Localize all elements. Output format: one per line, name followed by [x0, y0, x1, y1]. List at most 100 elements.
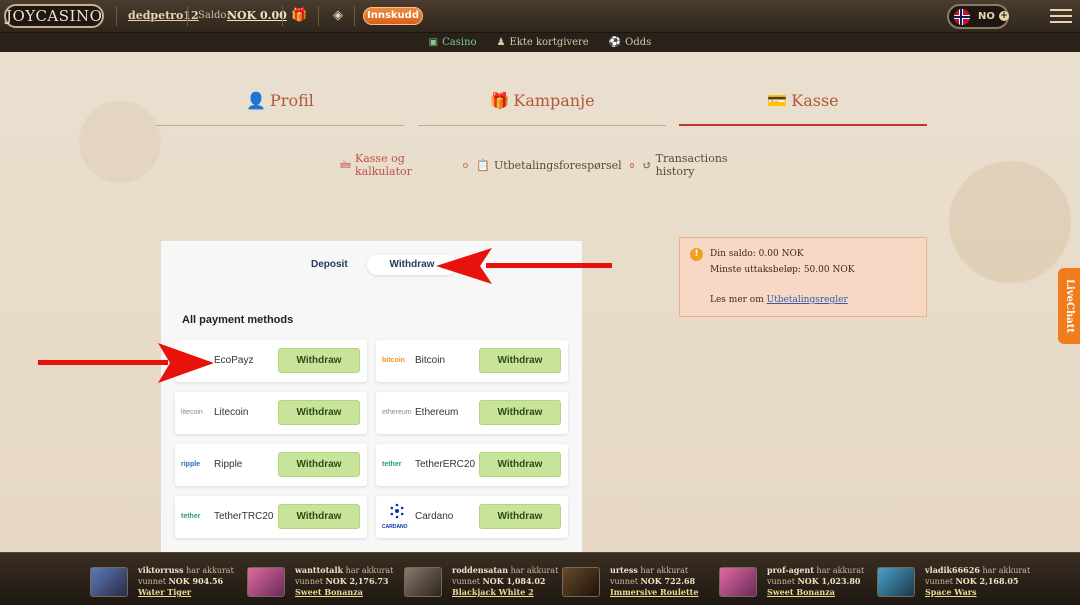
username-link[interactable]: dedpetro12 — [128, 9, 199, 22]
winner-item[interactable]: prof-agent har akkurat vunnet NOK 1,023.… — [719, 565, 869, 601]
nav-live-dealers-label: Ekte kortgivere — [509, 37, 589, 48]
form-icon: 📋 — [476, 158, 490, 172]
nav-live-dealers[interactable]: ♟ Ekte kortgivere — [497, 37, 589, 48]
winner-item[interactable]: vladik66626 har akkurat vunnet NOK 2,168… — [877, 565, 1031, 601]
separator-dot — [629, 162, 635, 168]
norway-flag-icon — [954, 9, 970, 25]
withdraw-button[interactable]: Withdraw — [479, 400, 561, 425]
method-name: Ripple — [214, 459, 243, 470]
recent-winners-bar: viktorruss har akkurat vunnet NOK 904.56… — [0, 552, 1080, 605]
subtab-utbetaling[interactable]: 📋 Utbetalingsforespørsel — [476, 159, 621, 172]
balance-text: Din saldo: 0.00 NOK — [710, 249, 804, 259]
game-link[interactable]: Space Wars — [925, 587, 977, 597]
winner-item[interactable]: urtess har akkurat vunnet NOK 722.68 Imm… — [562, 565, 712, 601]
method-tether-erc20[interactable]: tether TetherERC20 Withdraw — [376, 444, 568, 486]
nav-odds-label: Odds — [625, 37, 652, 48]
winner-item[interactable]: viktorruss har akkurat vunnet NOK 904.56… — [90, 565, 240, 601]
winner-item[interactable]: roddensatan har akkurat vunnet NOK 1,084… — [404, 565, 558, 601]
tab-kampanje[interactable]: 🎁 Kampanje — [418, 88, 666, 126]
method-bitcoin[interactable]: bitcoin Bitcoin Withdraw — [376, 340, 568, 382]
language-selector[interactable]: NO + — [947, 4, 1009, 29]
game-link[interactable]: Sweet Bonanza — [295, 587, 363, 597]
withdraw-button[interactable]: Withdraw — [278, 504, 360, 529]
deposit-button[interactable]: Innskudd — [363, 7, 423, 25]
livechat-button[interactable]: LiveChatt — [1058, 268, 1080, 344]
warning-icon: ! — [690, 248, 703, 261]
gift-icon[interactable]: 🎁 — [291, 8, 307, 24]
tether-logo: tether — [181, 513, 201, 520]
game-link[interactable]: Immersive Roulette — [610, 587, 698, 597]
person-icon: 👤 — [246, 91, 267, 110]
plus-icon: + — [999, 11, 1009, 21]
subtab-kasse-label: Kasse og kalkulator — [355, 152, 412, 178]
subtab-kasse[interactable]: 🖮 Kasse og kalkulator — [340, 152, 455, 178]
winner-text: prof-agent har akkurat vunnet NOK 1,023.… — [767, 565, 865, 597]
winner-text: vladik66626 har akkurat vunnet NOK 2,168… — [925, 565, 1031, 597]
tab-profil[interactable]: 👤 Profil — [156, 88, 404, 126]
tab-deposit[interactable]: Deposit — [311, 259, 348, 270]
tab-kasse-label: Kasse — [791, 91, 839, 110]
nav-odds[interactable]: ⚽ Odds — [609, 37, 652, 48]
saldo-label: Saldo: — [198, 10, 230, 21]
game-link[interactable]: Water Tiger — [138, 587, 191, 597]
withdraw-button[interactable]: Withdraw — [278, 348, 360, 373]
withdraw-button[interactable]: Withdraw — [278, 452, 360, 477]
rules-text: Les mer om Utbetalingsregler — [710, 295, 848, 305]
saldo-value[interactable]: NOK 0.00 — [227, 9, 287, 22]
language-code: NO — [978, 11, 995, 22]
ripple-logo: ripple — [181, 461, 201, 468]
divider — [187, 6, 188, 26]
slot-icon: ▣ — [428, 37, 439, 48]
tab-profil-label: Profil — [270, 91, 314, 110]
method-name: TetherTRC20 — [214, 511, 274, 522]
withdraw-button[interactable]: Withdraw — [479, 452, 561, 477]
method-tether-trc20[interactable]: tether TetherTRC20 Withdraw — [175, 496, 367, 538]
game-link[interactable]: Sweet Bonanza — [767, 587, 835, 597]
winner-text: urtess har akkurat vunnet NOK 722.68 Imm… — [610, 565, 699, 597]
method-ethereum[interactable]: ethereum Ethereum Withdraw — [376, 392, 568, 434]
game-thumbnail — [562, 567, 600, 597]
winner-text: wanttotalk har akkurat vunnet NOK 2,176.… — [295, 565, 394, 597]
method-name: EcoPayz — [214, 355, 254, 366]
game-thumbnail — [247, 567, 285, 597]
game-thumbnail — [719, 567, 757, 597]
balance-info-box: ! Din saldo: 0.00 NOK Minste uttaksbeløp… — [679, 237, 927, 317]
litecoin-logo: litecoin — [181, 409, 203, 416]
cashier-subtabs: 🖮 Kasse og kalkulator 📋 Utbetalingsfores… — [340, 152, 760, 178]
withdrawal-rules-link[interactable]: Utbetalingsregler — [767, 295, 848, 305]
nav-casino-label: Casino — [442, 37, 477, 48]
bonus-icon[interactable]: ◈ — [330, 8, 346, 24]
gift-icon: 🎁 — [489, 91, 510, 110]
divider — [354, 6, 355, 26]
method-name: Ethereum — [415, 407, 459, 418]
method-name: Bitcoin — [415, 355, 446, 366]
method-name: Cardano — [415, 511, 454, 522]
calculator-icon: 🖮 — [340, 157, 351, 171]
site-logo[interactable]: JOYCASINO — [4, 4, 104, 28]
withdraw-button[interactable]: Withdraw — [479, 348, 561, 373]
method-litecoin[interactable]: litecoin Litecoin Withdraw — [175, 392, 367, 434]
ball-icon: ⚽ — [608, 37, 622, 48]
tab-kampanje-label: Kampanje — [513, 91, 595, 110]
withdraw-button[interactable]: Withdraw — [278, 400, 360, 425]
game-thumbnail — [404, 567, 442, 597]
method-ripple[interactable]: ripple Ripple Withdraw — [175, 444, 367, 486]
hamburger-menu-icon[interactable] — [1050, 9, 1072, 25]
game-link[interactable]: Blackjack White 2 — [452, 587, 534, 597]
winner-text: roddensatan har akkurat vunnet NOK 1,084… — [452, 565, 559, 597]
method-cardano[interactable]: CARDANO Cardano Withdraw — [376, 496, 568, 538]
tab-kasse[interactable]: 💳 Kasse — [679, 88, 927, 126]
history-icon: ↺ — [642, 158, 652, 172]
bitcoin-logo: bitcoin — [382, 357, 405, 364]
subtab-history[interactable]: ↺ Transactions history — [642, 152, 760, 178]
divider — [318, 6, 319, 26]
withdraw-button[interactable]: Withdraw — [479, 504, 561, 529]
cardano-icon — [390, 503, 404, 519]
payment-mode-tabs: Deposit Withdraw — [291, 255, 457, 275]
subtab-utbetaling-label: Utbetalingsforespørsel — [493, 158, 622, 172]
nav-casino[interactable]: ▣ Casino — [429, 37, 477, 48]
winner-item[interactable]: wanttotalk har akkurat vunnet NOK 2,176.… — [247, 565, 397, 601]
tether-logo: tether — [382, 461, 402, 468]
divider — [282, 6, 283, 26]
red-arrow-annotation — [436, 248, 612, 284]
